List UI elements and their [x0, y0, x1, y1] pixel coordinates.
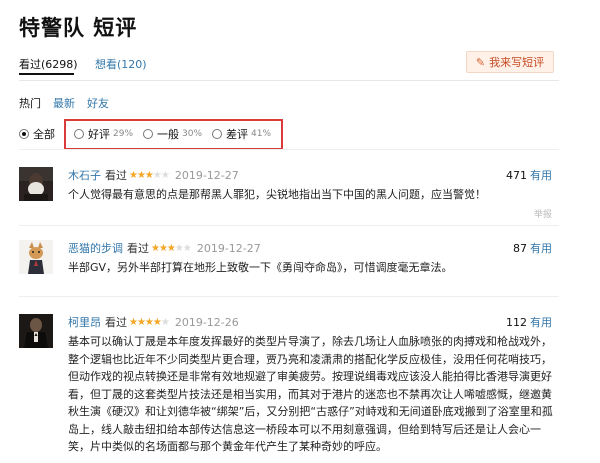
useful-button[interactable]: 有用 — [530, 169, 552, 182]
sort-hot[interactable]: 热门 — [19, 97, 41, 110]
sort-friends[interactable]: 好友 — [87, 97, 109, 110]
report-link[interactable]: 举报 — [534, 207, 552, 220]
rating-stars: ★★★★★ — [129, 169, 170, 181]
review-header: 恶猫的步调 看过 ★★★★★ 2019-12-27 — [68, 240, 261, 256]
filter-all[interactable]: 全部 — [19, 126, 55, 142]
review-divider — [19, 296, 559, 297]
useful-button[interactable]: 有用 — [530, 316, 552, 329]
review-status: 看过 — [127, 242, 149, 255]
rating-stars: ★★★★★ — [129, 316, 170, 328]
review-text: 基本可以确认丁晟是本年度发挥最好的类型片导演了，除去几场让人血脉喷张的肉搏戏和枪… — [68, 335, 553, 453]
vote-count: 471 有用 — [506, 167, 552, 183]
review-text: 个人觉得最有意思的点是那帮黑人罪犯，尖锐地指出当下中国的黑人问题，应当警觉！ — [68, 188, 486, 201]
sort-bar: 热门 最新 好友 — [19, 95, 121, 111]
pencil-icon: ✎ — [475, 55, 486, 69]
review-status: 看过 — [105, 316, 127, 329]
review-item: 恶猫的步调 看过 ★★★★★ 2019-12-27 87 有用 半部GV，另外半部… — [19, 240, 559, 280]
tab-watched[interactable]: 看过(6298) — [19, 56, 78, 72]
review-text: 半部GV，另外半部打算在地形上致敬一下《勇闯夺命岛》，可惜调度毫无章法。 — [68, 261, 453, 274]
filter-all-label: 全部 — [33, 128, 55, 141]
avatar[interactable] — [19, 167, 53, 201]
review-item: 木石子 看过 ★★★★★ 2019-12-27 471 有用 个人觉得最有意思的点… — [19, 167, 559, 223]
filter-divider — [19, 149, 559, 150]
review-author[interactable]: 柯里昂 — [68, 314, 101, 330]
highlight-box — [64, 119, 283, 150]
write-review-label: 我来写短评 — [489, 56, 545, 69]
review-status: 看过 — [105, 169, 127, 182]
write-review-button[interactable]: ✎ 我来写短评 — [466, 51, 554, 73]
vote-count: 112 有用 — [506, 314, 552, 330]
tabs-divider — [19, 80, 559, 81]
review-author[interactable]: 恶猫的步调 — [68, 240, 123, 256]
review-item: 柯里昂 看过 ★★★★★ 2019-12-26 112 有用 基本可以确认丁晟是本… — [19, 314, 559, 454]
page-title: 特警队 短评 — [19, 16, 138, 40]
vote-number: 87 — [513, 242, 527, 255]
avatar[interactable] — [19, 314, 53, 348]
review-date: 2019-12-27 — [174, 168, 239, 182]
review-header: 柯里昂 看过 ★★★★★ 2019-12-26 — [68, 314, 239, 330]
avatar[interactable] — [19, 240, 53, 274]
active-tab-indicator — [19, 73, 74, 75]
review-divider — [19, 225, 559, 226]
tab-wish[interactable]: 想看(120) — [95, 56, 147, 72]
vote-number: 471 — [506, 169, 527, 182]
review-date: 2019-12-26 — [174, 315, 239, 329]
review-date: 2019-12-27 — [196, 241, 261, 255]
sort-latest[interactable]: 最新 — [53, 97, 75, 110]
vote-number: 112 — [506, 316, 527, 329]
useful-button[interactable]: 有用 — [530, 242, 552, 255]
radio-icon — [19, 129, 29, 139]
review-header: 木石子 看过 ★★★★★ 2019-12-27 — [68, 167, 239, 183]
vote-count: 87 有用 — [513, 240, 552, 256]
rating-stars: ★★★★★ — [151, 242, 192, 254]
review-author[interactable]: 木石子 — [68, 167, 101, 183]
